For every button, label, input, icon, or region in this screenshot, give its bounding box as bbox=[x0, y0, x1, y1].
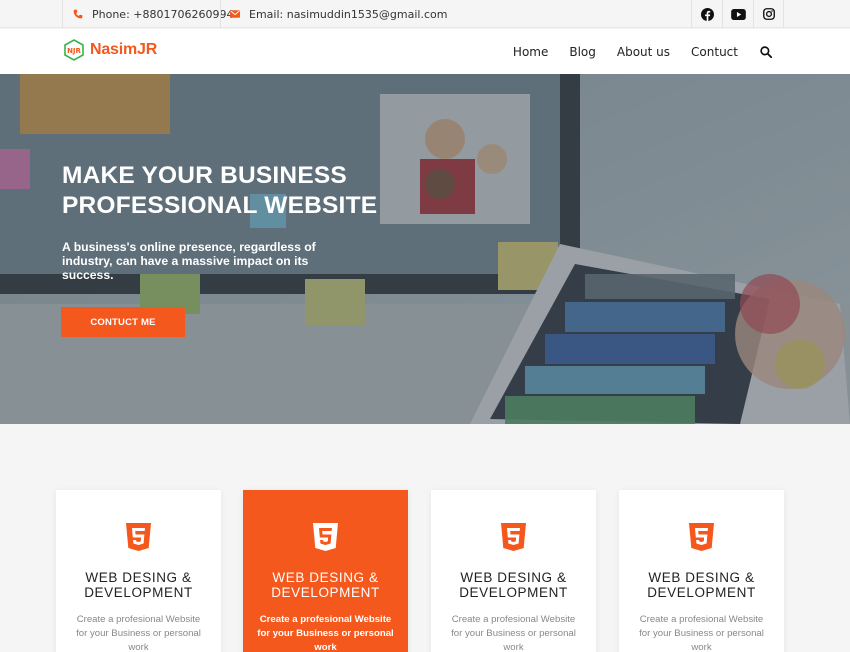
service-card-text: Create a profesional Website for your Bu… bbox=[451, 614, 576, 652]
service-card-title-line1: WEB DESING & bbox=[272, 570, 379, 585]
service-card-title: WEB DESING & DEVELOPMENT bbox=[243, 570, 408, 600]
services-section: WEB DESING & DEVELOPMENT Create a profes… bbox=[0, 424, 850, 652]
top-bar: Phone: +8801706260994 Email: nasimuddin1… bbox=[0, 0, 850, 28]
contact-me-button[interactable]: CONTUCT ME bbox=[61, 307, 185, 337]
service-card-title: WEB DESING & DEVELOPMENT bbox=[56, 570, 221, 600]
html5-icon bbox=[501, 523, 526, 551]
logo[interactable]: NJR NasimJR bbox=[64, 39, 157, 61]
phone-icon bbox=[73, 9, 83, 19]
hero-title-line1: MAKE YOUR BUSINESS bbox=[62, 162, 347, 189]
main-nav: Home Blog About us Contuct bbox=[492, 29, 774, 74]
youtube-icon[interactable] bbox=[722, 0, 753, 28]
envelope-icon bbox=[230, 10, 240, 18]
site-header: NJR NasimJR Home Blog About us Contuct bbox=[0, 29, 850, 74]
service-card-active[interactable]: WEB DESING & DEVELOPMENT Create a profes… bbox=[243, 490, 408, 652]
facebook-icon[interactable] bbox=[691, 0, 722, 28]
html5-icon bbox=[313, 523, 338, 551]
search-icon[interactable] bbox=[760, 45, 774, 59]
service-card-text: Create a profesional Website for your Bu… bbox=[257, 614, 394, 652]
hero-section: MAKE YOUR BUSINESS PROFESSIONAL WEBSITE … bbox=[0, 74, 850, 424]
hero-title: MAKE YOUR BUSINESS PROFESSIONAL WEBSITE bbox=[62, 161, 377, 221]
html5-icon bbox=[126, 523, 151, 551]
nav-about[interactable]: About us bbox=[617, 45, 670, 59]
instagram-icon[interactable] bbox=[753, 0, 784, 28]
service-card-title-line2: DEVELOPMENT bbox=[271, 585, 380, 600]
service-card-title-line1: WEB DESING & bbox=[460, 570, 567, 585]
hero-title-line2: PROFESSIONAL WEBSITE bbox=[62, 192, 378, 219]
svg-text:NJR: NJR bbox=[67, 47, 81, 55]
email-contact[interactable]: Email: nasimuddin1535@gmail.com bbox=[220, 0, 447, 28]
logo-icon: NJR bbox=[64, 39, 84, 61]
phone-contact[interactable]: Phone: +8801706260994 bbox=[62, 0, 233, 28]
nav-blog[interactable]: Blog bbox=[569, 45, 596, 59]
service-card[interactable]: WEB DESING & DEVELOPMENT Create a profes… bbox=[431, 490, 596, 652]
nav-home[interactable]: Home bbox=[513, 45, 548, 59]
service-card-title: WEB DESING & DEVELOPMENT bbox=[431, 570, 596, 600]
hero-subtitle: A business's online presence, regardless… bbox=[62, 240, 316, 282]
nav-contact[interactable]: Contuct bbox=[691, 45, 738, 59]
service-card-title-line1: WEB DESING & bbox=[85, 570, 192, 585]
service-card[interactable]: WEB DESING & DEVELOPMENT Create a profes… bbox=[56, 490, 221, 652]
service-card[interactable]: WEB DESING & DEVELOPMENT Create a profes… bbox=[619, 490, 784, 652]
service-card-text: Create a profesional Website for your Bu… bbox=[639, 614, 764, 652]
service-card-title-line2: DEVELOPMENT bbox=[647, 585, 756, 600]
logo-text: NasimJR bbox=[90, 41, 158, 58]
phone-text: Phone: +8801706260994 bbox=[92, 7, 234, 21]
service-card-title: WEB DESING & DEVELOPMENT bbox=[619, 570, 784, 600]
service-card-title-line2: DEVELOPMENT bbox=[459, 585, 568, 600]
service-card-text: Create a profesional Website for your Bu… bbox=[76, 614, 201, 652]
service-card-title-line2: DEVELOPMENT bbox=[84, 585, 193, 600]
html5-icon bbox=[689, 523, 714, 551]
service-card-title-line1: WEB DESING & bbox=[648, 570, 755, 585]
social-links bbox=[691, 0, 784, 28]
email-text: Email: nasimuddin1535@gmail.com bbox=[249, 7, 448, 21]
